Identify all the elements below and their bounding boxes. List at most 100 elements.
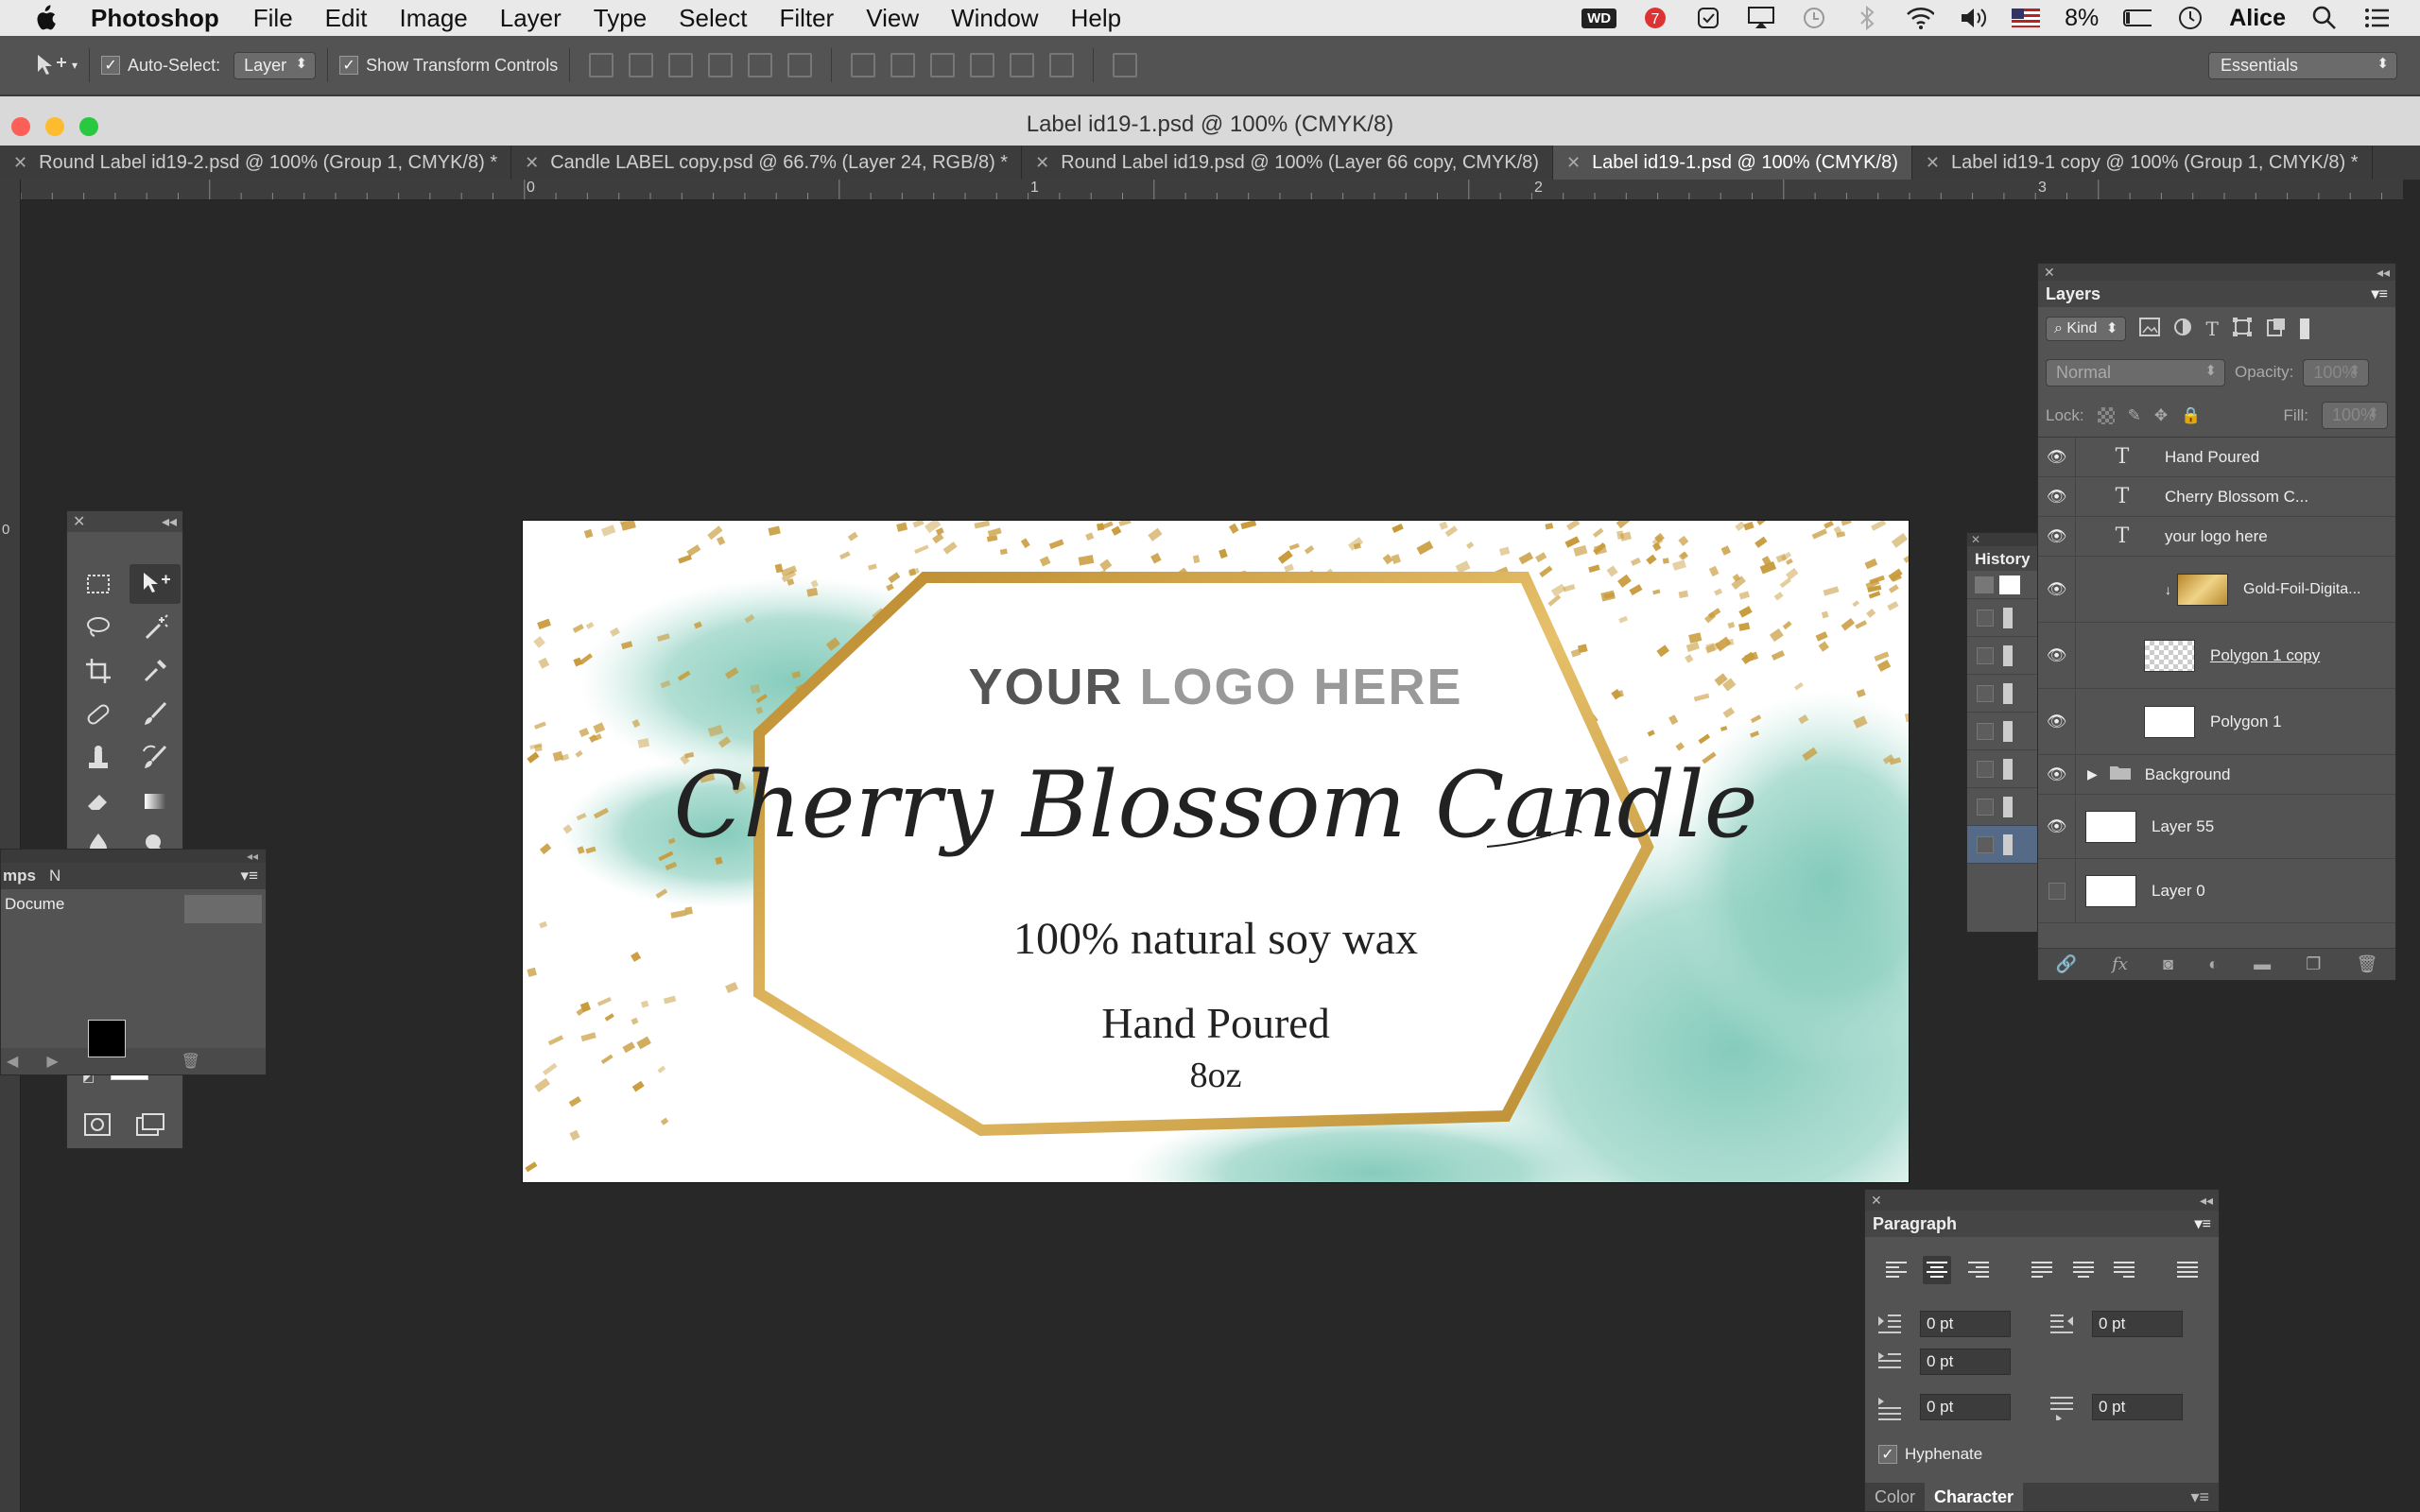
blend-mode-dropdown[interactable]: Normal — [2046, 358, 2225, 387]
filter-kind-dropdown[interactable]: ⌕ Kind — [2046, 317, 2127, 341]
distribute-hcenter-icon[interactable] — [1010, 53, 1035, 77]
checklist-icon[interactable] — [1694, 6, 1722, 30]
close-panel-icon[interactable]: ✕ — [2044, 265, 2055, 281]
app-menu[interactable]: Photoshop — [91, 4, 219, 33]
move-tool-icon[interactable] — [130, 564, 181, 604]
close-panel-icon[interactable]: ✕ — [1871, 1193, 1882, 1209]
lock-all-icon[interactable]: 🔒 — [2181, 406, 2201, 425]
close-tab-icon[interactable]: ✕ — [1926, 153, 1940, 173]
adjustment-filter-icon[interactable] — [2173, 318, 2192, 341]
gradient-tool-icon[interactable] — [130, 782, 181, 821]
eye-icon[interactable]: 👁 — [2038, 755, 2076, 794]
eraser-tool-icon[interactable] — [73, 782, 124, 821]
workspace-dropdown[interactable]: Essentials — [2208, 51, 2397, 79]
document-canvas[interactable]: YOUR LOGO HERE Cherry Blossom Candle 100… — [523, 521, 1909, 1182]
pixel-filter-icon[interactable] — [2139, 317, 2161, 341]
layer-row-your-logo[interactable]: 👁 T your logo here — [2038, 517, 2395, 557]
align-hcenter-icon[interactable] — [748, 53, 773, 77]
expand-group-icon[interactable]: ▶ — [2087, 766, 2098, 782]
distribute-left-icon[interactable] — [970, 53, 995, 77]
indent-first-line-field[interactable]: 0 pt — [1920, 1349, 2011, 1375]
history-state[interactable] — [1967, 788, 2037, 826]
quick-mask-icon[interactable] — [77, 1105, 118, 1144]
panel-menu-icon[interactable]: ▾≡ — [2181, 1483, 2219, 1511]
vertical-ruler[interactable]: 0 — [0, 180, 21, 1512]
history-brush-source-icon[interactable] — [1975, 576, 1994, 593]
history-state[interactable] — [1967, 713, 2037, 750]
foreground-color-swatch[interactable] — [88, 1020, 126, 1057]
close-tab-icon[interactable]: ✕ — [1035, 153, 1049, 173]
link-layers-icon[interactable]: 🔗 — [2056, 954, 2077, 974]
snapshot-thumbnail[interactable] — [1999, 575, 2020, 594]
history-state[interactable] — [1967, 599, 2037, 637]
prev-comp-icon[interactable]: ◀ — [7, 1052, 18, 1071]
adjustment-layer-icon[interactable]: ◐ — [2208, 954, 2219, 974]
align-vcenter-icon[interactable] — [629, 53, 654, 77]
collapse-panel-icon[interactable]: ◂◂ — [2200, 1193, 2213, 1209]
move-tool-preset-icon[interactable]: ▾ — [32, 51, 78, 79]
justify-right-icon[interactable] — [2110, 1256, 2137, 1284]
comps-tab[interactable]: mps — [3, 867, 36, 885]
eye-icon[interactable]: 👁 — [2038, 795, 2076, 858]
eye-icon[interactable]: 👁 — [2038, 623, 2076, 688]
character-tab[interactable]: Character — [1925, 1483, 2024, 1511]
history-brush-tool-icon[interactable] — [130, 738, 181, 778]
healing-brush-tool-icon[interactable] — [73, 695, 124, 734]
indent-left-field[interactable]: 0 pt — [1920, 1311, 2011, 1337]
filter-toggle[interactable] — [2299, 318, 2309, 339]
secondary-tab[interactable]: N — [49, 867, 60, 885]
clone-stamp-tool-icon[interactable] — [73, 738, 124, 778]
close-panel-icon[interactable]: ✕ — [73, 512, 85, 531]
align-left-text-icon[interactable] — [1882, 1256, 1910, 1284]
horizontal-ruler[interactable]: 0 1 2 3 — [21, 180, 2403, 200]
airplay-icon[interactable] — [1747, 6, 1775, 30]
eyedropper-tool-icon[interactable] — [130, 651, 181, 691]
layer-row-polygon-1[interactable]: 👁 Polygon 1 — [2038, 689, 2395, 755]
history-state-current[interactable] — [1967, 826, 2037, 864]
history-panel-title[interactable]: History — [1967, 546, 2037, 571]
align-bottom-icon[interactable] — [668, 53, 694, 77]
user-name[interactable]: Alice — [2229, 5, 2286, 32]
doc-tab-4[interactable]: ✕ Label id19-1.psd @ 100% (CMYK/8) — [1552, 146, 1912, 180]
delete-layer-icon[interactable]: 🗑 — [2357, 954, 2378, 974]
time-machine-icon[interactable] — [1800, 6, 1828, 30]
bluetooth-icon[interactable] — [1853, 5, 1881, 31]
align-top-icon[interactable] — [589, 53, 614, 77]
space-after-field[interactable]: 0 pt — [2092, 1394, 2183, 1420]
notification-center-icon[interactable] — [2363, 6, 2392, 30]
wd-icon[interactable]: WD — [1582, 8, 1617, 28]
distribute-right-icon[interactable] — [1049, 53, 1075, 77]
magic-wand-tool-icon[interactable] — [130, 608, 181, 647]
menu-view[interactable]: View — [866, 4, 919, 33]
marquee-tool-icon[interactable] — [73, 564, 124, 604]
opacity-field[interactable]: 100% — [2303, 358, 2370, 387]
align-left-icon[interactable] — [708, 53, 734, 77]
panel-menu-icon[interactable]: ▾≡ — [2372, 284, 2388, 303]
type-filter-icon[interactable]: T — [2205, 318, 2218, 340]
menu-type[interactable]: Type — [594, 4, 647, 33]
layer-row-layer-55[interactable]: 👁 Layer 55 — [2038, 795, 2395, 859]
menu-edit[interactable]: Edit — [325, 4, 368, 33]
doc-tab-5[interactable]: ✕ Label id19-1 copy @ 100% (Group 1, CMYK… — [1912, 146, 2373, 180]
close-tab-icon[interactable]: ✕ — [13, 153, 27, 173]
lasso-tool-icon[interactable] — [73, 608, 124, 647]
menu-file[interactable]: File — [253, 4, 293, 33]
menu-image[interactable]: Image — [399, 4, 467, 33]
search-icon[interactable] — [2310, 6, 2339, 30]
add-mask-icon[interactable]: ◙ — [2163, 954, 2173, 974]
space-before-field[interactable]: 0 pt — [1920, 1394, 2011, 1420]
doc-tab-1[interactable]: ✕ Round Label id19-2.psd @ 100% (Group 1,… — [0, 146, 512, 180]
auto-select-dropdown[interactable]: Layer — [233, 51, 317, 79]
panel-menu-icon[interactable]: ▾≡ — [241, 867, 258, 885]
hyphenate-checkbox[interactable]: ✓ — [1878, 1445, 1897, 1464]
document-row-label[interactable]: Docume — [5, 895, 64, 916]
menu-help[interactable]: Help — [1071, 4, 1121, 33]
lock-image-icon[interactable]: ✎ — [2128, 406, 2141, 425]
layer-style-icon[interactable]: fx — [2112, 954, 2128, 974]
close-panel-icon[interactable]: ✕ — [1967, 533, 2037, 546]
shape-filter-icon[interactable] — [2232, 317, 2253, 342]
menu-window[interactable]: Window — [951, 4, 1038, 33]
collapse-panel-icon[interactable]: ◂◂ — [162, 512, 177, 531]
apple-icon[interactable] — [32, 2, 64, 34]
eye-icon[interactable]: 👁 — [2038, 477, 2076, 516]
